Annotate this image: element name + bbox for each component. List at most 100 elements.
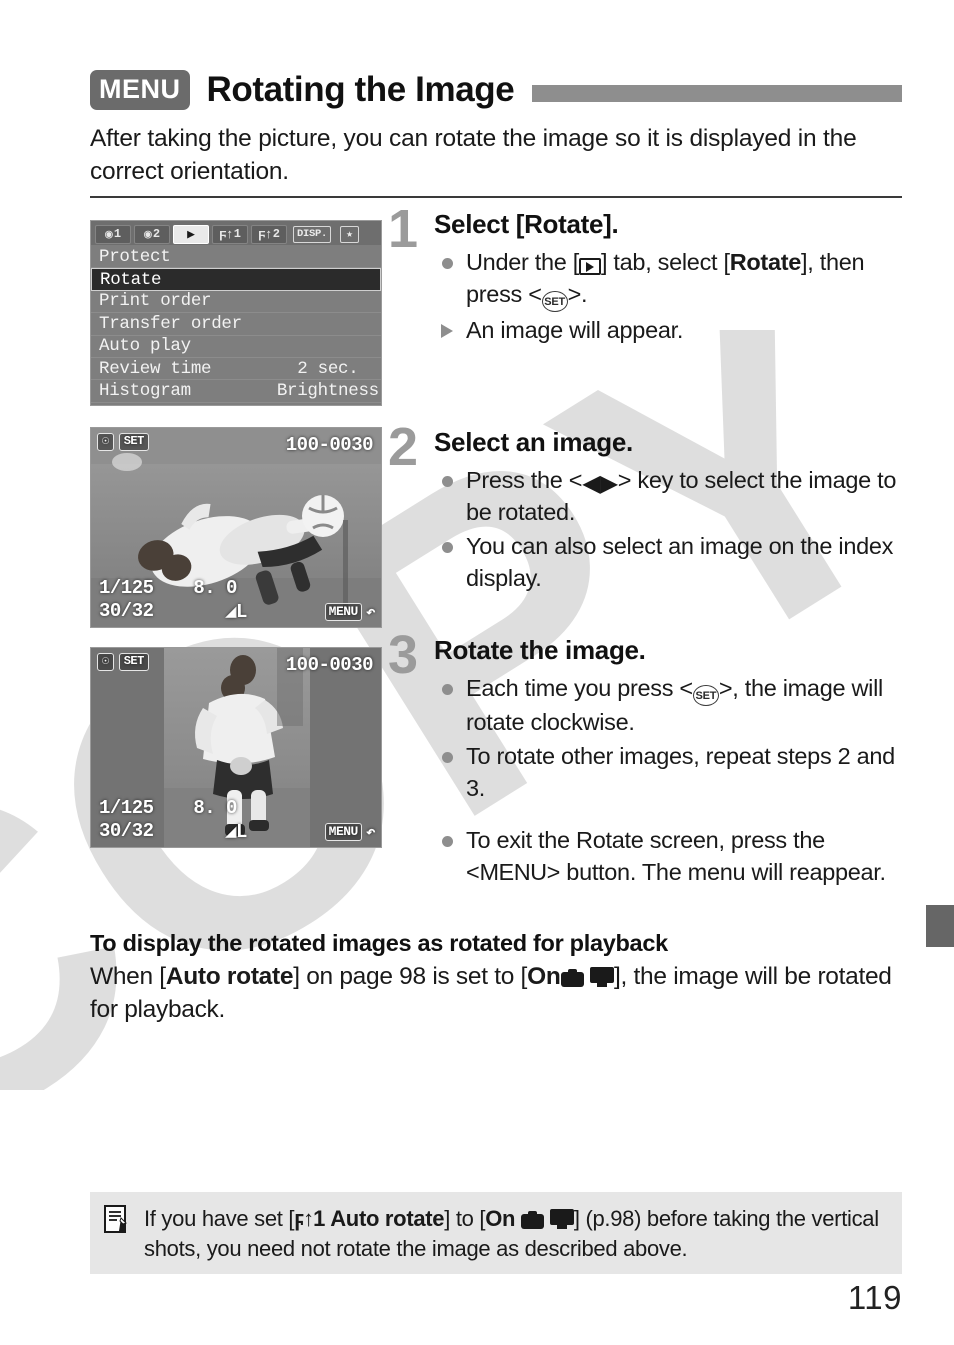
playback-icon xyxy=(578,258,601,276)
tab-setup-2-number: 2 xyxy=(272,227,280,241)
note-text: If you have set [ϝ↑1 Auto rotate] to [On… xyxy=(144,1204,886,1264)
bullet-dot-icon xyxy=(442,683,453,695)
osd-file-number: 100-0030 xyxy=(285,434,374,456)
tab-shoot-2-number: 2 xyxy=(152,227,161,241)
menu-row-value: 2 sec. xyxy=(297,358,359,379)
note-text-part: ] to [ xyxy=(444,1206,486,1231)
manual-page: MENU Rotating the Image After taking the… xyxy=(0,0,954,1345)
menu-row-label: Rotate xyxy=(100,269,162,290)
star-icon: ★ xyxy=(340,225,360,243)
bullet-dot-icon xyxy=(442,541,453,553)
return-arrow-icon: ↶ xyxy=(365,824,376,842)
bullet-dot-icon xyxy=(442,257,453,269)
step-1: 1 Select [Rotate]. Under the [] tab, sel… xyxy=(388,202,904,348)
step-2-number: 2 xyxy=(388,417,419,477)
menu-row-histogram: Histogram Brightness xyxy=(91,380,381,403)
camera-icon: ◉ xyxy=(104,226,113,242)
step-1-bullets: Under the [] tab, select [Rotate], then … xyxy=(434,246,904,347)
menu-chip: MENU xyxy=(324,603,362,621)
menu-row-label: Protect xyxy=(99,246,171,267)
bullet: Press the <◀▶> key to select the image t… xyxy=(434,464,904,528)
playback-section: To display the rotated images as rotated… xyxy=(90,930,902,1026)
set-button-icon: SET xyxy=(692,685,719,707)
monitor-icon xyxy=(590,967,615,988)
tab-playback: ▶ xyxy=(173,224,209,244)
tab-shoot-2: ◉ 2 xyxy=(134,224,170,244)
bullet: Each time you press < SET >, the image wil… xyxy=(434,672,904,739)
camera-playback-screenshot-landscape: ☉ SET 100-0030 1/125 8. 0 30/32 ◢L MENU … xyxy=(90,427,382,628)
bullet-dot-icon xyxy=(442,475,453,487)
bullet: To rotate other images, repeat steps 2 a… xyxy=(434,740,904,804)
tab-setup-1: ϝ↑ 1 xyxy=(212,224,248,244)
camera-playback-screenshot-rotated: ☉ SET 100-0030 1/125 8. 0 30/32 ◢L MENU … xyxy=(90,647,382,848)
menu-row-label: Auto play xyxy=(99,336,191,357)
osd-aperture: 8. 0 xyxy=(193,577,237,599)
intro-paragraph: After taking the picture, you can rotate… xyxy=(90,125,857,185)
horizontal-divider xyxy=(90,196,902,198)
photo-frame: ☉ SET 100-0030 1/125 8. 0 30/32 ◢L MENU … xyxy=(91,428,381,627)
photo-frame-rotated: ☉ SET 100-0030 1/125 8. 0 30/32 ◢L MENU … xyxy=(91,648,381,847)
body-text: ] on page 98 is set to [ xyxy=(293,963,528,990)
step-2-title: Select an image. xyxy=(434,427,633,457)
wrench-icon: ϝ↑ xyxy=(219,226,234,242)
camera-menu-tabbar: ◉ 1 ◉ 2 ▶ ϝ↑ 1 ϝ↑ 2 DISP. ★ xyxy=(91,221,381,245)
tab-star: ★ xyxy=(337,224,363,244)
auto-rotate-label: Auto rotate xyxy=(165,963,294,990)
osd-shutter-speed: 1/125 xyxy=(99,577,154,599)
monitor-icon xyxy=(549,1209,574,1230)
tab-extras: DISP. xyxy=(290,224,335,244)
camera-menu-list: Protect Rotate Print order Transfer orde… xyxy=(91,245,381,403)
edge-tab-marker xyxy=(926,905,954,947)
note-pencil-icon xyxy=(104,1205,130,1235)
set-button-icon: SET xyxy=(541,291,568,313)
camera-icon xyxy=(560,969,584,987)
menu-row-transfer-order: Transfer order xyxy=(91,313,381,336)
wrench-icon: ϝ↑ xyxy=(258,226,273,242)
osd-exposure: 1/125 8. 0 xyxy=(99,577,237,599)
page-number: 119 xyxy=(847,1279,902,1316)
note-box: If you have set [ϝ↑1 Auto rotate] to [On… xyxy=(90,1192,902,1274)
bullet-result: An image will appear. xyxy=(434,314,904,346)
step-3: 3 Rotate the image. Each time you press … xyxy=(388,628,904,890)
osd-aperture: 8. 0 xyxy=(193,797,237,819)
note-text-part: If you have set [ xyxy=(144,1206,295,1231)
osd-exposure: 1/125 8. 0 xyxy=(99,797,237,819)
menu-row-rotate: Rotate xyxy=(91,268,381,291)
wrench-icon: ϝ↑1 xyxy=(294,1206,325,1231)
playback-section-body: When [Auto rotate] on page 98 is set to … xyxy=(90,960,902,1026)
osd-file-number: 100-0030 xyxy=(285,654,374,676)
menu-button-chip: MENU xyxy=(90,70,190,110)
menu-row-auto-play: Auto play xyxy=(91,335,381,358)
set-badge: SET xyxy=(118,653,149,671)
return-arrow-icon: ↶ xyxy=(365,604,376,622)
playback-section-heading: To display the rotated images as rotated… xyxy=(90,930,668,956)
osd-menu-hint: MENU ↶ xyxy=(324,822,376,842)
tab-setup-1-number: 1 xyxy=(233,227,241,241)
left-right-key-icon: ◀▶ xyxy=(582,469,618,496)
menu-row-print-order: Print order xyxy=(91,290,381,314)
set-badge: SET xyxy=(118,433,149,451)
auto-rotate-label: Auto rotate xyxy=(330,1206,445,1231)
quality-icon: ◢ xyxy=(225,821,237,843)
protect-badge: ☉ xyxy=(97,653,114,671)
title-rule xyxy=(532,84,902,102)
menu-chip: MENU xyxy=(324,823,362,841)
body-text: When [ xyxy=(90,963,166,990)
menu-row-protect: Protect xyxy=(91,246,381,269)
osd-menu-hint: MENU ↶ xyxy=(324,602,376,622)
menu-row-label: Histogram xyxy=(99,381,191,402)
result-triangle-icon xyxy=(441,324,453,339)
page-header: MENU Rotating the Image xyxy=(90,64,902,116)
quality-icon: ◢ xyxy=(225,601,237,623)
menu-button-word: MENU xyxy=(479,859,547,886)
osd-quality: ◢L xyxy=(225,601,247,623)
on-label: On xyxy=(485,1206,516,1231)
step-1-number: 1 xyxy=(388,199,419,259)
bullet: To exit the Rotate screen, press the <ME… xyxy=(434,824,904,888)
step-1-title: Select [Rotate]. xyxy=(434,209,619,239)
osd-top-left: ☉ SET xyxy=(97,433,149,451)
menu-row-review-time: Review time 2 sec. xyxy=(91,357,381,381)
bullet: Under the [] tab, select [Rotate], then … xyxy=(434,246,904,313)
tab-shoot-1: ◉ 1 xyxy=(95,224,131,244)
step-3-number: 3 xyxy=(388,625,419,685)
